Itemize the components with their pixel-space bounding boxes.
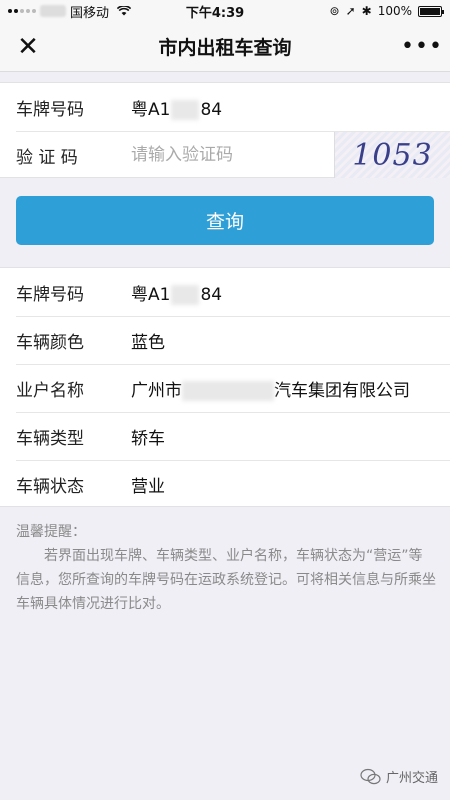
result-card: 车牌号码 粤A1 84 车辆颜色 蓝色 业户名称 广州市 汽车集团有限公司 车辆类型…: [0, 267, 450, 507]
result-value: 蓝色: [131, 332, 165, 353]
status-bar: 国移动 下午4:39 ⊚ ➚ ✱ 100%: [0, 0, 450, 22]
battery-icon: [418, 5, 444, 17]
close-icon[interactable]: ✕: [0, 32, 56, 62]
watermark-text: 广州交通: [385, 771, 438, 786]
result-value: 粤A1 84: [131, 280, 222, 305]
plate-mask: [171, 284, 200, 305]
company-mask: [182, 380, 274, 401]
plate-suffix: 84: [200, 284, 223, 305]
captcha-image[interactable]: 1053: [334, 132, 450, 178]
result-value: 轿车: [131, 428, 165, 449]
plate-row[interactable]: 车牌号码 粤A1 84: [0, 83, 450, 131]
page-title: 市内出租车查询: [158, 37, 292, 59]
result-row-type: 车辆类型 轿车: [0, 412, 450, 460]
carrier-label: 国移动: [70, 5, 110, 21]
nav-bar: ✕ 市内出租车查询 •••: [0, 22, 450, 72]
captcha-input[interactable]: [131, 145, 331, 165]
result-label: 车牌号码: [16, 284, 84, 305]
status-left: 国移动: [8, 2, 148, 21]
plate-input[interactable]: 粤A1 84: [131, 95, 222, 120]
tips: 温馨提醒： 若界面出现车牌、车辆类型、业户名称，车辆状态为“营运”等信息，您所查…: [16, 520, 436, 616]
plate-suffix: 84: [200, 99, 223, 120]
result-row-plate: 车牌号码 粤A1 84: [0, 268, 450, 316]
company-suffix: 汽车集团有限公司: [274, 380, 410, 401]
watermark: 广州交通: [360, 767, 438, 786]
battery-percent: 100%: [377, 4, 412, 18]
status-time: 下午4:39: [185, 5, 245, 21]
result-row-status: 车辆状态 营业: [0, 460, 450, 508]
query-button[interactable]: 查询: [16, 196, 434, 245]
plate-prefix: 粤A1: [131, 99, 171, 120]
status-right: ⊚ ➚ ✱ 100%: [282, 4, 444, 18]
result-label: 车辆类型: [16, 428, 84, 449]
captcha-row: 验 证 码 1053: [0, 131, 450, 179]
captcha-label: 验 证 码: [16, 147, 78, 168]
result-value: 营业: [131, 476, 165, 497]
result-label: 车辆状态: [16, 476, 84, 497]
signal-icon: [8, 9, 36, 13]
result-row-company: 业户名称 广州市 汽车集团有限公司: [0, 364, 450, 412]
query-form: 车牌号码 粤A1 84 验 证 码 1053: [0, 82, 450, 178]
wechat-icon: [360, 768, 381, 784]
company-prefix: 广州市: [131, 380, 182, 401]
tips-title: 温馨提醒：: [16, 524, 86, 540]
plate-label: 车牌号码: [16, 99, 84, 120]
result-row-color: 车辆颜色 蓝色: [0, 316, 450, 364]
wifi-icon: [117, 6, 132, 16]
result-value: 广州市 汽车集团有限公司: [131, 376, 410, 401]
result-label: 业户名称: [16, 380, 84, 401]
orientation-lock-icon: ⊚: [329, 4, 340, 18]
carrier-mask: [40, 5, 66, 17]
tips-body: 若界面出现车牌、车辆类型、业户名称，车辆状态为“营运”等信息，您所查询的车牌号码…: [16, 548, 436, 612]
bluetooth-icon: ✱: [361, 4, 372, 18]
plate-prefix: 粤A1: [131, 284, 171, 305]
more-icon[interactable]: •••: [394, 34, 450, 59]
location-icon: ➚: [345, 4, 356, 18]
result-label: 车辆颜色: [16, 332, 84, 353]
plate-mask: [171, 99, 200, 120]
